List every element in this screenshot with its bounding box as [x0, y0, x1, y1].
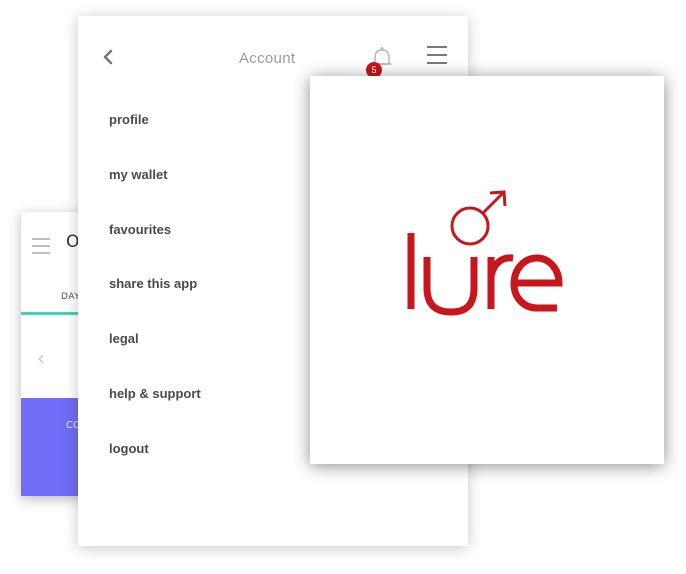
menu-item-logout[interactable]: logout	[109, 441, 201, 496]
chevron-left-icon[interactable]: ‹	[37, 346, 45, 370]
menu-item-help-support[interactable]: help & support	[109, 386, 201, 441]
menu-item-profile[interactable]: profile	[109, 112, 201, 167]
menu-item-my-wallet[interactable]: my wallet	[109, 167, 201, 222]
menu-item-share-this-app[interactable]: share this app	[109, 276, 201, 331]
lure-logo: lure	[310, 76, 563, 316]
account-menu-list: profile my wallet favourites share this …	[109, 112, 201, 496]
logo-card: lure	[310, 76, 664, 464]
back-arrow-icon[interactable]	[98, 46, 118, 68]
logo-text: lure	[310, 76, 312, 77]
hamburger-menu-icon[interactable]	[427, 46, 447, 70]
page-title: Account	[239, 50, 296, 67]
menu-item-legal[interactable]: legal	[109, 331, 201, 386]
menu-item-favourites[interactable]: favourites	[109, 222, 201, 277]
hamburger-menu-icon[interactable]	[32, 238, 50, 259]
